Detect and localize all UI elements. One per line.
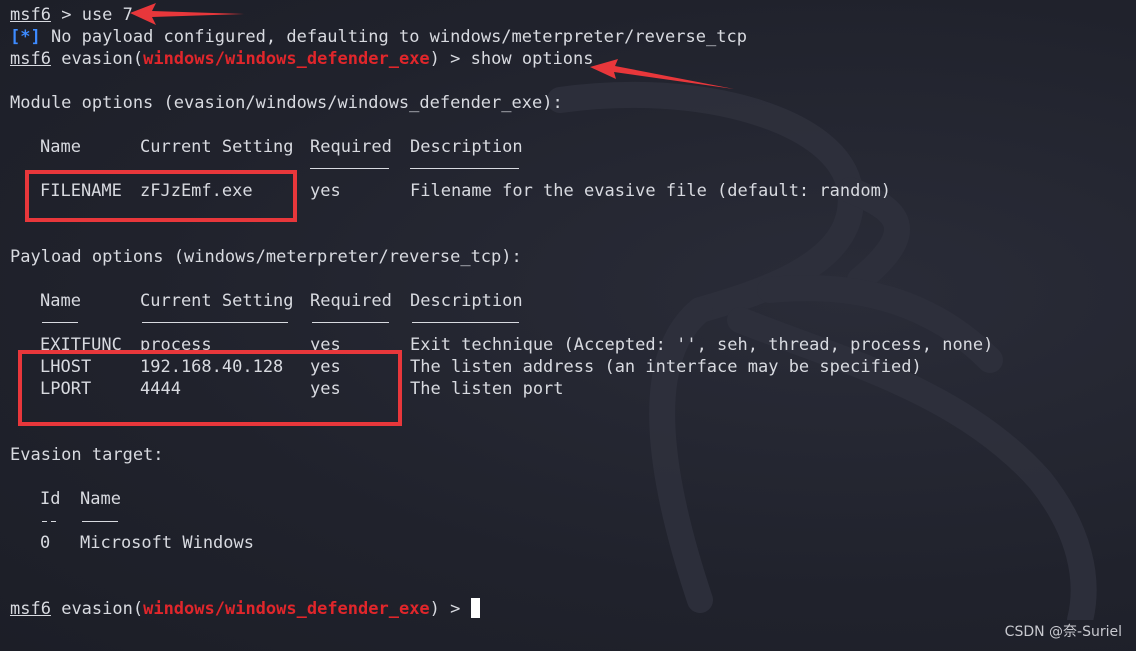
prompt-name: msf6: [10, 599, 51, 619]
red-arrow-icon: [130, 3, 244, 25]
payload-col-setting-header: Current Setting: [140, 291, 294, 311]
red-arrow-icon: [590, 59, 734, 89]
payload-setting-underline: [142, 322, 288, 323]
info-line: [*] No payload configured, defaulting to…: [10, 26, 747, 48]
target-row-name: Microsoft Windows: [80, 533, 254, 553]
payload-options-header: Payload options (windows/meterpreter/rev…: [10, 247, 522, 267]
prompt-arrow: >: [61, 5, 72, 25]
terminal-window[interactable]: msf6 > use 7 [*] No payload configured, …: [0, 0, 1136, 651]
target-col-name-header: Name: [80, 489, 121, 509]
watermark: CSDN @奈-Suriel: [1004, 624, 1122, 640]
module-col-setting-header: Current Setting: [140, 137, 294, 157]
prompt-module: windows/windows_defender_exe: [143, 599, 430, 619]
module-col-required-header: Required: [310, 137, 392, 157]
prompt-name: msf6: [10, 5, 51, 25]
prompt-module: windows/windows_defender_exe: [143, 49, 430, 69]
command-line-2: msf6 evasion(windows/windows_defender_ex…: [10, 48, 594, 70]
evasion-target-header: Evasion target:: [10, 445, 164, 465]
payload-col-required-header: Required: [310, 291, 392, 311]
module-row-required: yes: [310, 181, 341, 201]
payload-row-description: Exit technique (Accepted: '', seh, threa…: [410, 335, 994, 355]
prompt-close: ): [429, 599, 440, 619]
payload-required-underline: [312, 322, 389, 323]
command-line-1: msf6 > use 7: [10, 4, 133, 26]
payload-description-underline: [412, 322, 519, 323]
prompt-arrow: >: [450, 49, 461, 69]
payload-name-underline: [42, 322, 78, 323]
target-id-underline-b: [51, 521, 56, 522]
module-required-underline: [310, 168, 389, 169]
text-cursor[interactable]: [470, 598, 480, 618]
module-description-underline: [410, 168, 519, 169]
module-row-description: Filename for the evasive file (default: …: [410, 181, 892, 201]
annotation-box-filename: [25, 170, 297, 222]
payload-col-description-header: Description: [410, 291, 523, 311]
command-text: show options: [470, 49, 594, 69]
target-row-id: 0: [40, 533, 51, 553]
target-name-underline: [82, 521, 118, 522]
prompt-context: evasion(: [61, 49, 144, 69]
prompt-close: ): [429, 49, 440, 69]
command-line-3[interactable]: msf6 evasion(windows/windows_defender_ex…: [10, 598, 480, 620]
info-text: No payload configured, defaulting to win…: [50, 27, 747, 47]
module-col-description-header: Description: [410, 137, 523, 157]
prompt-arrow: >: [450, 599, 461, 619]
payload-row-description: The listen port: [410, 379, 564, 399]
prompt-name: msf6: [10, 49, 51, 69]
command-text: use 7: [81, 5, 133, 25]
prompt-context: evasion(: [61, 599, 144, 619]
module-col-name-header: Name: [40, 137, 81, 157]
info-tag: [*]: [10, 27, 41, 47]
payload-row-description: The listen address (an interface may be …: [410, 357, 922, 377]
payload-col-name-header: Name: [40, 291, 81, 311]
module-options-header: Module options (evasion/windows/windows_…: [10, 93, 563, 113]
annotation-box-lhost-lport: [18, 350, 402, 426]
target-col-id-header: Id: [40, 489, 61, 509]
target-id-underline-a: [42, 521, 47, 522]
